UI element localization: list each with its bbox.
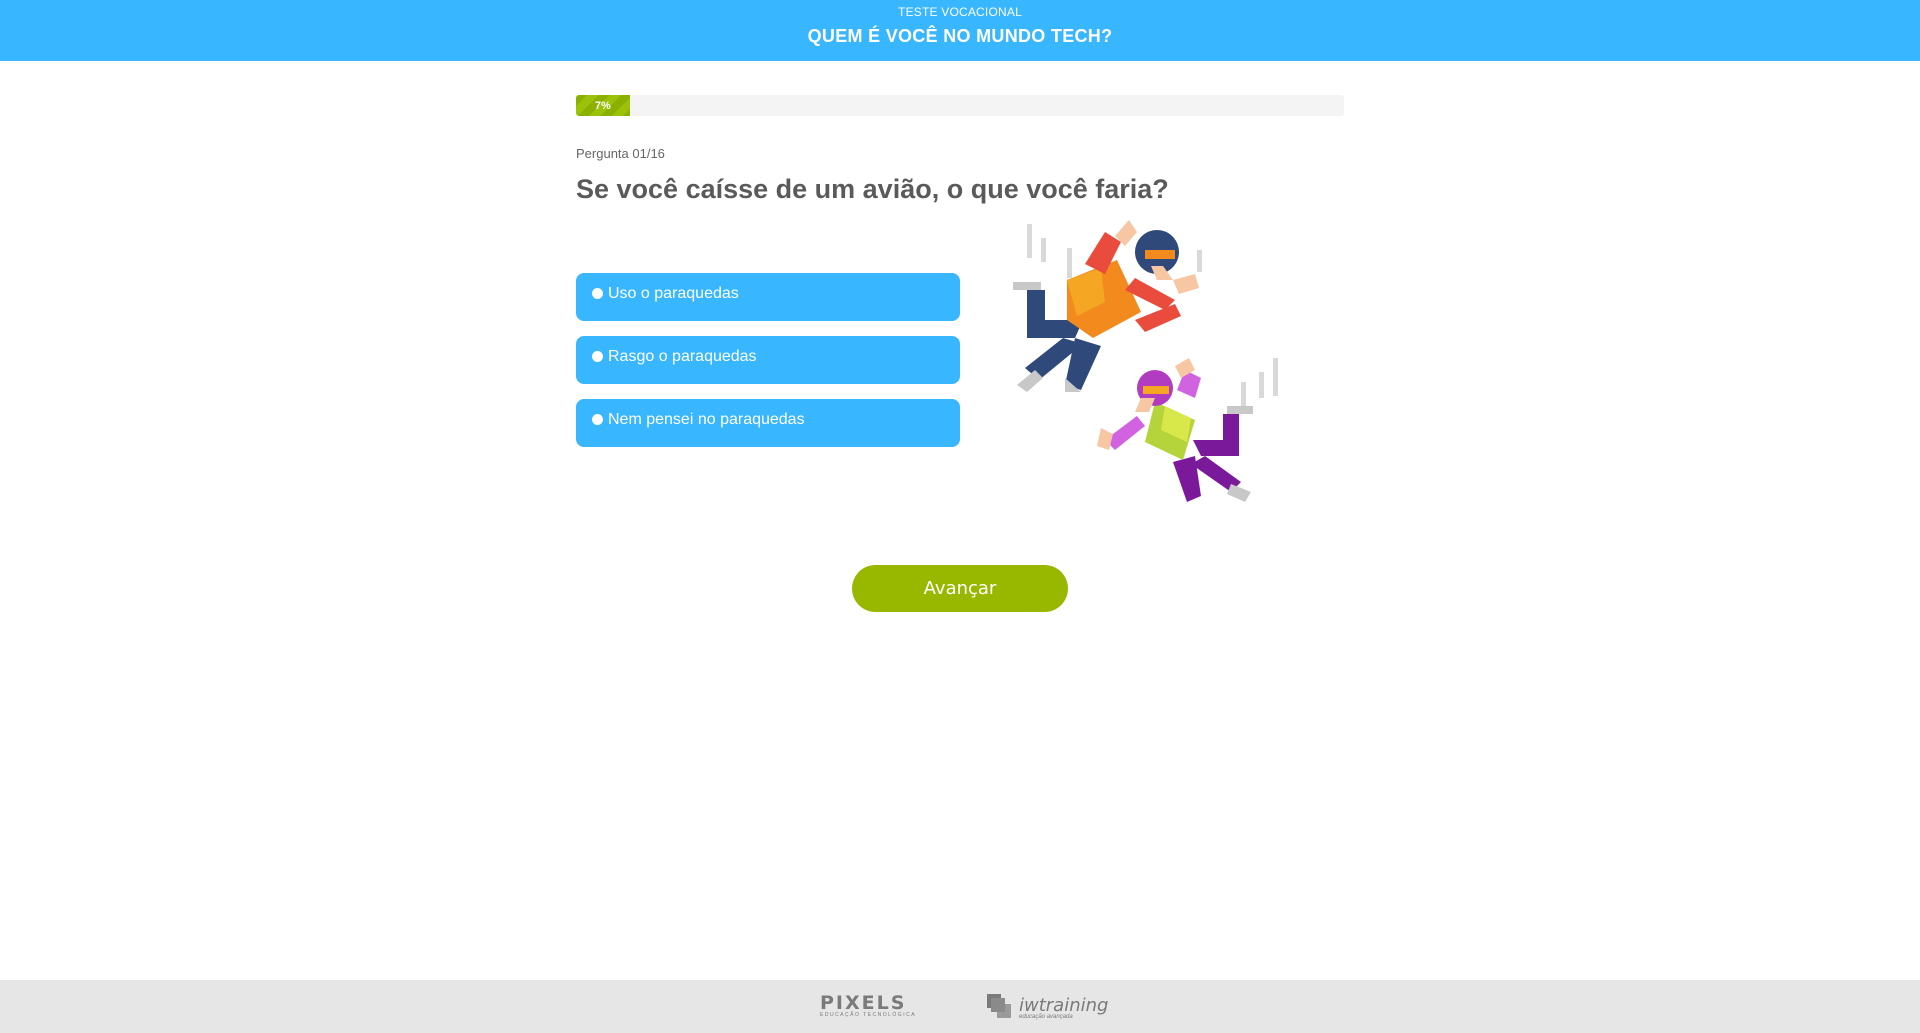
progress-bar: 7% xyxy=(576,95,1344,116)
header-title: QUEM É VOCÊ NO MUNDO TECH? xyxy=(807,26,1113,46)
pixels-logo-text: PIXELS xyxy=(820,992,907,1014)
option-label: Nem pensei no paraquedas xyxy=(608,411,805,428)
question-counter: Pergunta 01/16 xyxy=(576,146,665,161)
pixels-logo: PIXELS EDUCAÇÃO TECNOLÓGICA xyxy=(820,992,916,1024)
header-eyebrow: TESTE VOCACIONAL xyxy=(898,5,1022,19)
answer-options: Uso o paraquedas Rasgo o paraquedas Nem … xyxy=(576,273,960,462)
option-use-parachute[interactable]: Uso o paraquedas xyxy=(576,273,960,321)
question-text: Se você caísse de um avião, o que você f… xyxy=(576,174,1169,204)
next-button[interactable]: Avançar xyxy=(852,565,1068,612)
page-header: TESTE VOCACIONAL QUEM É VOCÊ NO MUNDO TE… xyxy=(0,0,1920,61)
pixels-logo-subtitle: EDUCAÇÃO TECNOLÓGICA xyxy=(820,1012,917,1018)
radio-icon[interactable] xyxy=(592,351,603,362)
page-footer: PIXELS EDUCAÇÃO TECNOLÓGICA iwtraining e… xyxy=(0,980,1920,1033)
option-tear-parachute[interactable]: Rasgo o paraquedas xyxy=(576,336,960,384)
option-forgot-parachute[interactable]: Nem pensei no paraquedas xyxy=(576,399,960,447)
radio-icon[interactable] xyxy=(592,414,603,425)
iwtraining-icon xyxy=(987,994,1011,1018)
progress-fill: 7% xyxy=(576,95,630,116)
radio-icon[interactable] xyxy=(592,288,603,299)
option-label: Uso o paraquedas xyxy=(608,285,739,302)
option-label: Rasgo o paraquedas xyxy=(608,348,757,365)
iwtraining-logo: iwtraining educação avançada xyxy=(985,991,1108,1023)
iwtraining-logo-text: iwtraining xyxy=(1019,994,1109,1016)
skydivers-illustration xyxy=(1005,220,1305,510)
